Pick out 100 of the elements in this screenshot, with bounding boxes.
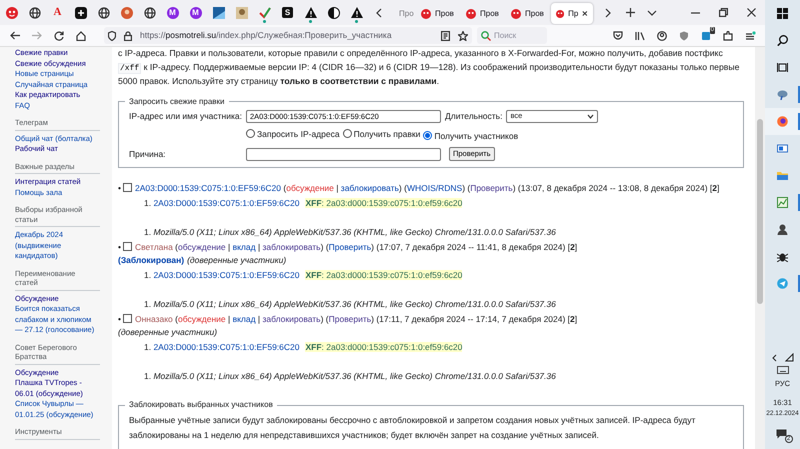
warning-icon [304, 7, 316, 18]
entry-text: ( [174, 314, 178, 324]
ip-link[interactable]: 2A03:D000:1539:C075:1:0:EF59:6C20 [153, 198, 300, 208]
ip-link[interactable]: 2A03:D000:1539:C075:1:0:EF59:6C20 [153, 270, 300, 280]
radio-option[interactable]: Запросить IP-адреса [246, 128, 340, 140]
warning-icon [350, 7, 362, 18]
letter-icon: A [54, 7, 62, 18]
shield-icon [108, 30, 116, 40]
select-checkbox[interactable] [122, 314, 132, 324]
select-checkbox[interactable] [122, 183, 132, 192]
page-link[interactable]: 2A03:D000:1539:C075:1:0:EF59:6C20 [134, 183, 282, 194]
star-icon [458, 30, 468, 40]
entry-text: ) ( [462, 183, 470, 194]
page-link[interactable]: Проверить [328, 242, 372, 252]
page-link[interactable]: Светлана [134, 242, 173, 252]
chevron-left-icon [772, 354, 776, 362]
browser-tab[interactable]: Про [390, 3, 416, 24]
radio-option[interactable]: Получить участников [423, 130, 518, 142]
plus-icon [626, 8, 634, 17]
browser-tab[interactable]: Пров [461, 3, 506, 24]
smiley-face-icon [556, 8, 564, 18]
pinned-tab[interactable]: S [276, 0, 299, 25]
page-link[interactable]: Проверить [328, 314, 372, 324]
close-icon [746, 8, 756, 17]
lock-icon [124, 30, 132, 40]
search-icon [481, 31, 491, 41]
entry-text: ) (17:07, 7 декабря 2024 -- 11:41, 8 декабря 2024) [ [371, 242, 570, 252]
list-number: 1. [144, 227, 152, 238]
user-agent-text: Mozilla/5.0 (X11; Linux x86_64) AppleWebKit/537.36 (KHTML, like Gecko) Chrome/131.0.0.0 Safari/537.36 [153, 371, 556, 382]
page-link[interactable]: заблокировать [262, 242, 321, 252]
entry-text: ) ( [320, 314, 329, 324]
page-link[interactable]: обсуждение [286, 183, 334, 194]
blocked-link[interactable]: (Заблокирован) [118, 255, 184, 266]
pocket-icon [613, 30, 623, 40]
library-icon [635, 30, 645, 40]
plus-icon [74, 6, 86, 18]
browser-tab[interactable]: Пр [551, 3, 593, 24]
xff-value: XFF: 2a03:d000:1539:c075:1:0:ef59:6c20 [305, 270, 462, 280]
letter-badge: M [190, 6, 202, 18]
ip-link[interactable]: 2A03:D000:1539:C075:1:0:EF59:6C20 [153, 342, 300, 352]
account-icon [657, 30, 667, 40]
page-link[interactable]: Проверить [470, 183, 513, 194]
page-link[interactable]: заблокировать [262, 314, 321, 324]
page-link[interactable]: обсуждение [178, 314, 226, 324]
entry-text: ) ( [320, 242, 329, 252]
address-bar[interactable]: https://posmotreli.su/index.php/Служебная:Проверить_участника [104, 27, 472, 44]
smiley-face-icon [6, 6, 18, 18]
entry-text: | [335, 183, 340, 194]
list-bullet: • [118, 314, 121, 324]
window-icon [777, 143, 788, 154]
group-note: (доверенные участники) [118, 327, 218, 338]
xff-value: XFF: 2a03:d000:1539:c075:1:0:ef59:6c20 [305, 198, 462, 208]
photo-icon [236, 6, 248, 18]
close-icon [582, 10, 588, 17]
reason-input-field[interactable] [246, 148, 441, 161]
cloud-icon [777, 89, 788, 100]
form-legend: Запросить свежие правки [125, 98, 228, 106]
globe-icon [98, 6, 110, 18]
smiley-face-icon [511, 8, 521, 18]
chevron-left-icon [376, 8, 382, 18]
taskbar-app[interactable] [765, 108, 800, 135]
task-view-icon [777, 62, 788, 73]
extension-icon [701, 30, 711, 40]
chart-icon [777, 197, 788, 208]
scrollbar[interactable] [755, 47, 765, 449]
pinned-tab[interactable]: A [46, 0, 69, 25]
page-link[interactable]: вклад [232, 314, 256, 324]
browser-tab[interactable]: Пров [416, 3, 461, 24]
radio-option[interactable]: Получить правки [342, 128, 420, 140]
pinned-tab[interactable]: M [161, 0, 184, 25]
user-agent-text: Mozilla/5.0 (X11; Linux x86_64) AppleWebKit/537.36 (KHTML, like Gecko) Chrome/131.0.0.0 Safari/537.36 [153, 299, 556, 310]
paper-plane-icon [777, 278, 788, 289]
entry-text: | [227, 242, 232, 252]
page-link[interactable]: Онназако [134, 314, 173, 324]
reload-icon [54, 30, 64, 40]
network-icon [784, 353, 794, 362]
intro-paragraph: с IP-адреса. Правки и пользователи, которые правили с определённого IP-адреса, указанного в X-Forwarded-For, можно получить, добавив постфикс /xff к IP-адресу. Поддерживаемые версии IP: 4 (CIDR 16—32) и 6 (CIDR 19—128). Из соображений производительности будут показаны только первые 5000 правок. Используйте эту страницу только в соответствии с правилами. [118, 47, 741, 88]
browser-tab[interactable]: Пров [506, 3, 551, 24]
chevron-down-icon [647, 10, 657, 16]
half-circle-icon [328, 6, 340, 18]
search-field[interactable]: Поиск [477, 27, 547, 44]
search-icon [777, 35, 788, 46]
page-link[interactable]: WHOIS/RDNS [406, 183, 462, 194]
list-number: 1. [144, 299, 152, 310]
list-number: 1. [144, 198, 152, 208]
entry-text: ) (13:07, 8 декабря 2024 -- 13:08, 8 декабря 2024) [ [512, 183, 712, 194]
back-arrow-icon [10, 31, 20, 40]
page-link[interactable]: вклад [232, 242, 256, 252]
scrollbar-thumb[interactable] [757, 119, 763, 304]
page-link[interactable]: заблокировать [340, 183, 399, 194]
page-link[interactable]: обсуждение [178, 242, 226, 252]
checkmark-icon [258, 6, 270, 18]
select-checkbox[interactable] [122, 242, 132, 252]
entry-text: | [256, 314, 262, 324]
pinned-tab[interactable]: M [184, 0, 207, 25]
letter-badge: M [166, 6, 178, 18]
entry-text: ] [574, 242, 578, 252]
entry-text: ) (17:11, 7 декабря 2024 -- 17:14, 7 декабря 2024) [ [371, 314, 570, 324]
form-legend: Заблокировать выбранных участников [125, 401, 277, 410]
picture-icon [212, 6, 224, 18]
